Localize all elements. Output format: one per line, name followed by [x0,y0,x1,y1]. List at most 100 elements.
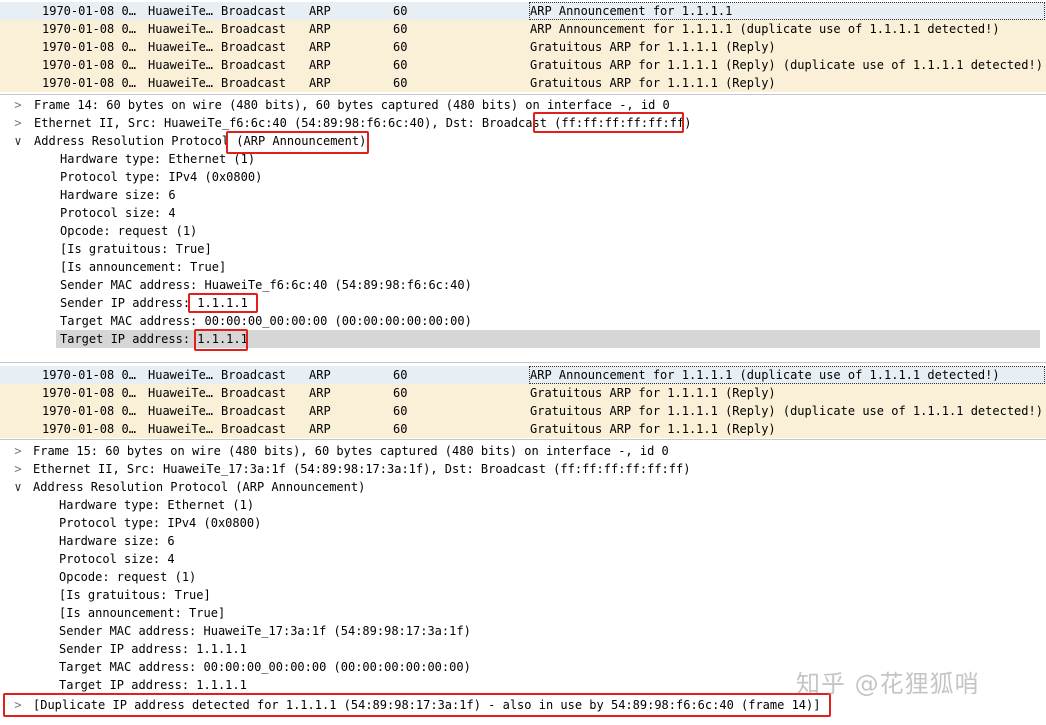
expert-info-text: [Duplicate IP address detected for 1.1.1… [33,698,821,712]
packet-protocol-cell: ARP [309,76,331,90]
ethernet-tree-item[interactable]: > Ethernet II, Src: HuaweiTe_f6:6c:40 (5… [0,114,1046,132]
chevron-down-icon[interactable]: ∨ [11,478,25,496]
packet-destination-cell: Broadcast [221,368,287,382]
arp-field-row[interactable]: [Is announcement: True] [0,604,1046,622]
arp-field-row[interactable]: Protocol type: IPv4 (0x0800) [0,514,1046,532]
packet-info-cell: Gratuitous ARP for 1.1.1.1 (Reply) (dupl… [530,58,1043,72]
packet-length-cell: 60 [393,22,408,36]
packet-protocol-cell: ARP [309,58,331,72]
arp-field-text: Target MAC address: 00:00:00_00:00:00 (0… [60,314,472,328]
arp-field-row[interactable]: Sender IP address: 1.1.1.1 [0,640,1046,658]
arp-field-row[interactable]: [Is announcement: True] [0,258,1046,276]
packet-source-cell: HuaweiTe… [148,386,214,400]
packet-row[interactable]: 1970-01-08 0… HuaweiTe… Broadcast ARP 60 ARP … [0,20,1046,38]
packet-time-cell: 1970-01-08 0… [42,422,136,436]
arp-field-row[interactable]: [Is gratuitous: True] [0,586,1046,604]
arp-field-row[interactable]: Hardware size: 6 [0,532,1046,550]
pane-divider[interactable] [0,439,1046,440]
arp-tree-item[interactable]: ∨ Address Resolution Protocol (ARP Annou… [0,478,1046,496]
packet-info-cell: Gratuitous ARP for 1.1.1.1 (Reply) [530,40,776,54]
packet-protocol-cell: ARP [309,422,331,436]
packet-source-cell: HuaweiTe… [148,368,214,382]
arp-field-text: [Is gratuitous: True] [59,588,211,602]
pane-divider[interactable] [0,362,1046,363]
packet-protocol-cell: ARP [309,368,331,382]
packet-length-cell: 60 [393,368,408,382]
packet-info-cell: ARP Announcement for 1.1.1.1 [529,2,1045,20]
arp-field-row[interactable]: Protocol type: IPv4 (0x0800) [0,168,1046,186]
ethernet-tree-item[interactable]: > Ethernet II, Src: HuaweiTe_17:3a:1f (5… [0,460,1046,478]
frame-tree-item[interactable]: > Frame 15: 60 bytes on wire (480 bits),… [0,442,1046,460]
packet-time-cell: 1970-01-08 0… [42,22,136,36]
packet-destination-cell: Broadcast [221,422,287,436]
arp-tree-item[interactable]: ∨ Address Resolution Protocol (ARP Annou… [0,132,1046,150]
arp-field-text: Protocol size: 4 [59,552,175,566]
packet-info-cell: Gratuitous ARP for 1.1.1.1 (Reply) [530,76,776,90]
arp-field-row[interactable]: Hardware type: Ethernet (1) [0,150,1046,168]
frame-summary: Frame 14: 60 bytes on wire (480 bits), 6… [34,98,670,112]
arp-field-row[interactable]: Sender MAC address: HuaweiTe_17:3a:1f (5… [0,622,1046,640]
packet-info-cell: ARP Announcement for 1.1.1.1 (duplicate … [530,22,1000,36]
arp-field-row[interactable]: Protocol size: 4 [0,204,1046,222]
chevron-right-icon[interactable]: > [11,96,25,114]
arp-field-text: Hardware type: Ethernet (1) [60,152,256,166]
arp-field-text: [Is announcement: True] [60,260,227,274]
packet-row[interactable]: 1970-01-08 0… HuaweiTe… Broadcast ARP 60 Grat… [0,56,1046,74]
packet-protocol-cell: ARP [309,404,331,418]
arp-field-row[interactable]: Opcode: request (1) [0,568,1046,586]
packet-source-cell: HuaweiTe… [148,422,214,436]
packet-destination-cell: Broadcast [221,58,287,72]
arp-field-text: [Is announcement: True] [59,606,226,620]
arp-field-row[interactable]: Protocol size: 4 [0,550,1046,568]
arp-field-row[interactable]: Sender IP address: 1.1.1.1 [0,294,1046,312]
packet-time-cell: 1970-01-08 0… [42,368,136,382]
arp-field-text: Opcode: request (1) [60,224,198,238]
packet-destination-cell: Broadcast [221,386,287,400]
chevron-right-icon[interactable]: > [11,114,25,132]
arp-field-text: Sender MAC address: HuaweiTe_f6:6c:40 (5… [60,278,472,292]
packet-list-1: 1970-01-08 0… HuaweiTe… Broadcast ARP 60 ARP … [0,2,1046,92]
arp-field-row[interactable]: Opcode: request (1) [0,222,1046,240]
arp-summary: Address Resolution Protocol (ARP Announc… [33,480,366,494]
packet-row[interactable]: 1970-01-08 0… HuaweiTe… Broadcast ARP 60 Grat… [0,420,1046,438]
chevron-right-icon[interactable]: > [11,460,25,478]
packet-info-cell: Gratuitous ARP for 1.1.1.1 (Reply) [530,422,776,436]
packet-info-cell: Gratuitous ARP for 1.1.1.1 (Reply) (dupl… [530,404,1043,418]
chevron-right-icon[interactable]: > [11,442,25,460]
arp-field-row[interactable]: [Is gratuitous: True] [0,240,1046,258]
packet-destination-cell: Broadcast [221,4,287,18]
packet-row[interactable]: 1970-01-08 0… HuaweiTe… Broadcast ARP 60 Grat… [0,402,1046,420]
arp-field-row[interactable]: Sender MAC address: HuaweiTe_f6:6c:40 (5… [0,276,1046,294]
packet-length-cell: 60 [393,422,408,436]
arp-field-text: Hardware size: 6 [60,188,176,202]
packet-row[interactable]: 1970-01-08 0… HuaweiTe… Broadcast ARP 60 Grat… [0,384,1046,402]
packet-row[interactable]: 1970-01-08 0… HuaweiTe… Broadcast ARP 60 Grat… [0,38,1046,56]
packet-length-cell: 60 [393,386,408,400]
arp-field-row[interactable]: Target MAC address: 00:00:00_00:00:00 (0… [0,312,1046,330]
frame-tree-item[interactable]: > Frame 14: 60 bytes on wire (480 bits),… [0,96,1046,114]
packet-row[interactable]: 1970-01-08 0… HuaweiTe… Broadcast ARP 60 Grat… [0,74,1046,92]
packet-row[interactable]: 1970-01-08 0… HuaweiTe… Broadcast ARP 60 ARP … [0,366,1046,384]
packet-protocol-cell: ARP [309,4,331,18]
arp-field-row[interactable]: Hardware size: 6 [0,186,1046,204]
ethernet-summary: Ethernet II, Src: HuaweiTe_17:3a:1f (54:… [33,462,691,476]
packet-length-cell: 60 [393,76,408,90]
arp-field-text: Target IP address: 1.1.1.1 [60,332,248,346]
pane-divider[interactable] [0,94,1046,95]
arp-field-text: Hardware size: 6 [59,534,175,548]
packet-source-cell: HuaweiTe… [148,404,214,418]
arp-field-text: Target IP address: 1.1.1.1 [59,678,247,692]
watermark: 知乎 @花狸狐哨 [796,670,980,698]
packet-details-1: > Frame 14: 60 bytes on wire (480 bits),… [0,96,1046,358]
chevron-right-icon[interactable]: > [11,696,25,714]
packet-row[interactable]: 1970-01-08 0… HuaweiTe… Broadcast ARP 60 ARP … [0,2,1046,20]
chevron-down-icon[interactable]: ∨ [11,132,25,150]
packet-length-cell: 60 [393,58,408,72]
packet-length-cell: 60 [393,404,408,418]
arp-field-row[interactable]: Target IP address: 1.1.1.1 [56,330,1040,348]
arp-field-text: Sender IP address: 1.1.1.1 [60,296,248,310]
arp-field-text: Protocol type: IPv4 (0x0800) [60,170,263,184]
packet-time-cell: 1970-01-08 0… [42,4,136,18]
packet-source-cell: HuaweiTe… [148,40,214,54]
arp-field-row[interactable]: Hardware type: Ethernet (1) [0,496,1046,514]
